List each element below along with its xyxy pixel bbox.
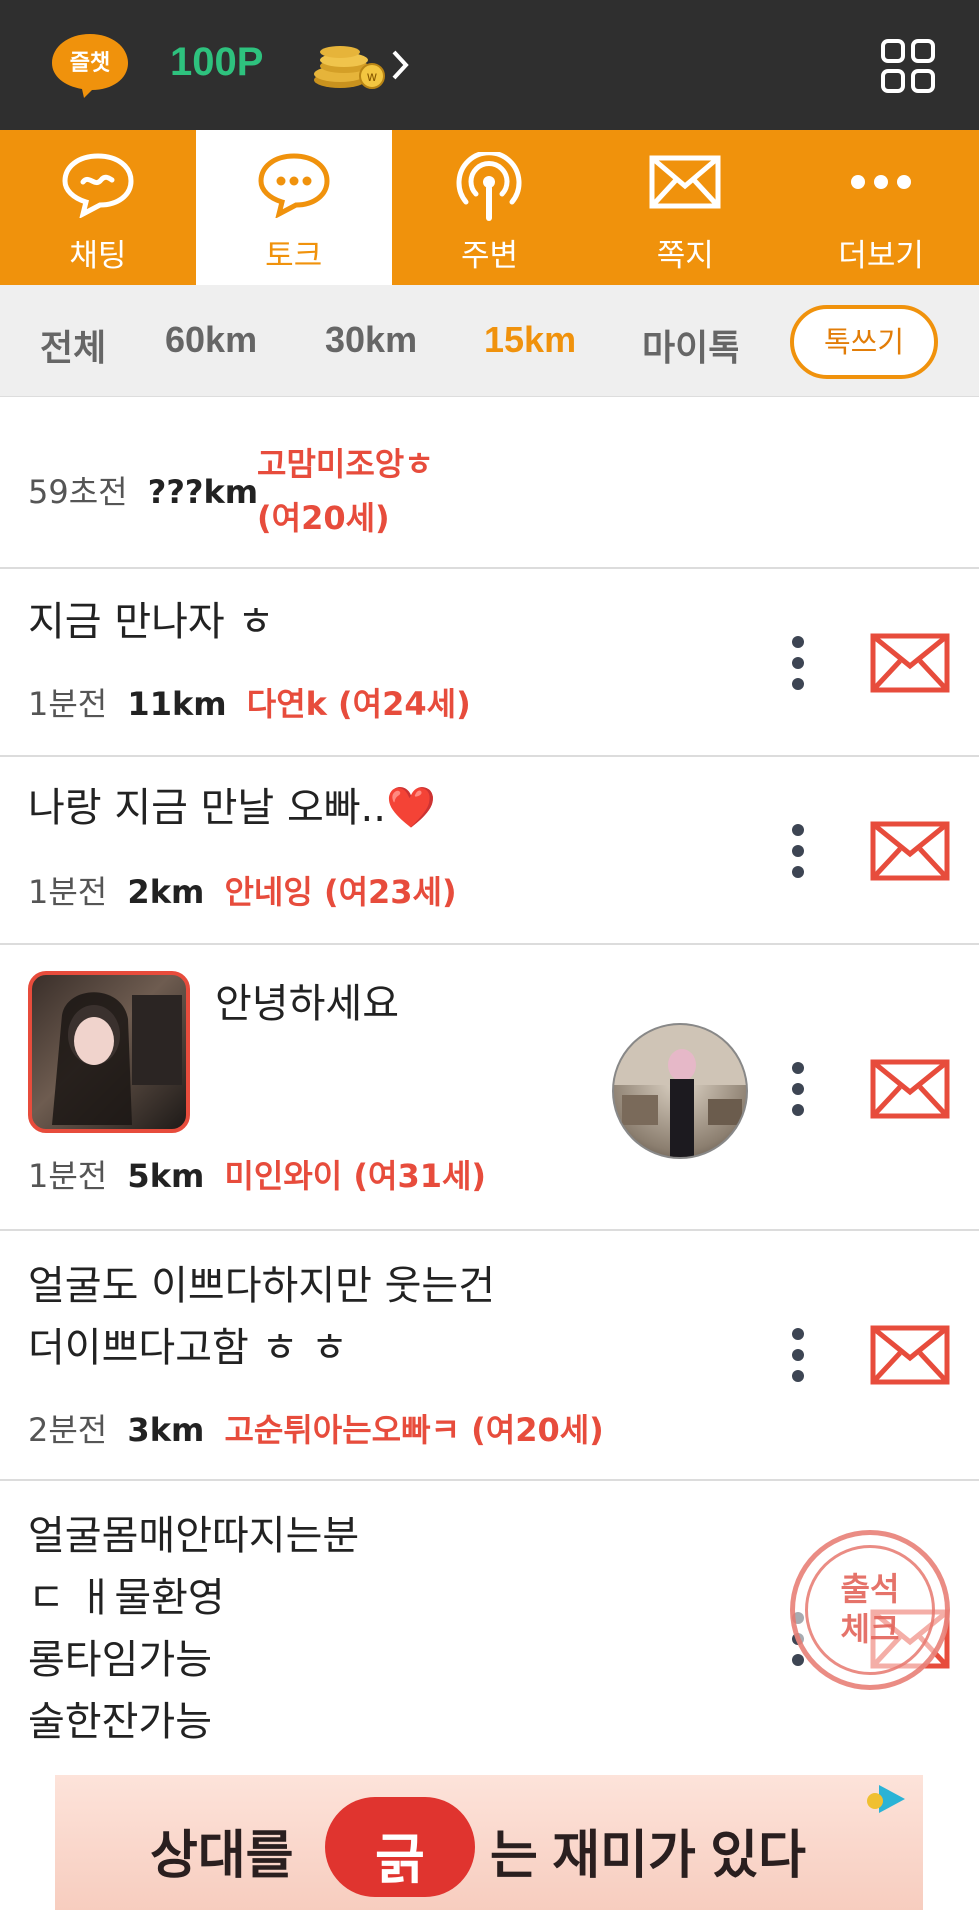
post-title-line1: 얼굴몸매안따지는분 <box>28 1513 360 1559</box>
post-time: 59초전 <box>28 473 128 511</box>
post-meta: 1분전 11km 다연k (여24세) <box>28 679 471 725</box>
list-item[interactable]: 안녕하세요 1분전 5km 미인와이 (여31세) <box>0 945 979 1231</box>
banner-badge: 긁 <box>325 1797 475 1897</box>
send-message-icon[interactable] <box>870 1325 950 1385</box>
list-item[interactable]: 얼굴도 이쁘다하지만 웃는건 더이쁘다고함 ㅎ ㅎ 2분전 3km 고순튀아는오… <box>0 1231 979 1481</box>
ad-banner[interactable]: 상대를 긁 는 재미가 있다 <box>55 1775 923 1910</box>
more-options-icon[interactable] <box>790 1327 806 1383</box>
post-title-line2: 더이쁘다고함 ㅎ ㅎ <box>28 1325 348 1371</box>
tab-messages[interactable]: 쪽지 <box>587 130 783 285</box>
person-avatar-icon <box>614 1025 746 1157</box>
post-meta: 59초전 ???km <box>28 467 258 513</box>
more-options-icon[interactable] <box>790 823 806 879</box>
person-photo-icon <box>52 992 182 1125</box>
list-item[interactable]: 59초전 ???km 고맘미조앙ㅎ (여20세) <box>0 397 979 569</box>
filter-30km[interactable]: 30km <box>325 319 417 361</box>
tab-label: 더보기 <box>838 238 924 274</box>
post-nickname[interactable]: 고순튀아는오빠ㅋ (여20세) <box>224 1411 603 1449</box>
list-item[interactable]: 나랑 지금 만날 오빠..❤️ 1분전 2km 안네잉 (여23세) <box>0 757 979 945</box>
filter-60km[interactable]: 60km <box>165 319 257 361</box>
ad-play-icon[interactable] <box>865 1781 909 1817</box>
tab-talk[interactable]: 토크 <box>195 130 392 285</box>
post-title-line1: 얼굴도 이쁘다하지만 웃는건 <box>28 1263 496 1309</box>
stamp-label-line2: 체크 <box>840 1610 900 1648</box>
broadcast-icon <box>457 152 522 221</box>
more-options-icon[interactable] <box>790 635 806 691</box>
post-meta: 1분전 5km 미인와이 (여31세) <box>28 1151 486 1197</box>
banner-text-left: 상대를 <box>150 1827 294 1885</box>
post-time: 1분전 <box>28 873 108 911</box>
post-meta: 2분전 3km 고순튀아는오빠ㅋ (여20세) <box>28 1405 604 1451</box>
send-message-icon[interactable] <box>870 633 950 693</box>
send-message-icon[interactable] <box>870 821 950 881</box>
post-nickname-line1[interactable]: 고맘미조앙ㅎ <box>257 439 434 485</box>
top-bar: 즐챗 100P w <box>0 0 979 130</box>
post-distance: 11km <box>127 685 227 723</box>
more-options-icon[interactable] <box>790 1061 806 1117</box>
svg-text:w: w <box>367 70 378 85</box>
post-time: 2분전 <box>28 1411 108 1449</box>
post-meta: 1분전 2km 안네잉 (여23세) <box>28 867 457 913</box>
post-title-line4: 술한잔가능 <box>28 1699 212 1745</box>
tab-label: 채팅 <box>69 238 127 274</box>
post-distance: ???km <box>147 473 259 511</box>
post-nickname[interactable]: 안네잉 (여23세) <box>224 873 456 911</box>
chat-bubble-dots-icon <box>258 153 330 218</box>
tab-label: 쪽지 <box>656 238 714 274</box>
banner-badge-text: 긁 <box>375 1828 425 1891</box>
attendance-check-button[interactable]: 출석 체크 <box>790 1530 950 1690</box>
tab-label: 토크 <box>265 238 323 274</box>
points-balance[interactable]: 100P <box>170 40 263 85</box>
tab-nearby[interactable]: 주변 <box>392 130 588 285</box>
filter-15km[interactable]: 15km <box>484 319 576 361</box>
list-item[interactable]: 지금 만나자 ㅎ 1분전 11km 다연k (여24세) <box>0 569 979 757</box>
post-title: 나랑 지금 만날 오빠..❤️ <box>28 785 436 831</box>
main-tab-bar: 채팅 토크 주변 쪽지 더보기 <box>0 130 979 285</box>
post-time: 1분전 <box>28 1157 108 1195</box>
post-photo-thumbnail[interactable] <box>28 971 190 1133</box>
more-dots-icon <box>851 175 912 189</box>
grid-menu-icon[interactable] <box>880 38 936 94</box>
post-distance: 3km <box>127 1411 205 1449</box>
distance-filter-bar: 전체 60km 30km 15km 마이톡 톡쓰기 <box>0 285 979 397</box>
post-title-line3: 롱타임가능 <box>28 1637 212 1683</box>
send-message-icon[interactable] <box>870 1059 950 1119</box>
post-time: 1분전 <box>28 685 108 723</box>
tab-label: 주변 <box>460 238 519 274</box>
chat-bubble-tilde-icon <box>62 153 134 218</box>
envelope-icon <box>649 155 721 209</box>
app-logo-icon[interactable]: 즐챗 <box>50 30 130 100</box>
stamp-label-line1: 출석 <box>840 1570 900 1608</box>
post-title-line2: ㄷ ㅐ물환영 <box>28 1575 225 1621</box>
filter-all[interactable]: 전체 <box>40 319 106 371</box>
chevron-right-icon[interactable] <box>390 48 410 82</box>
post-nickname[interactable]: 다연k (여24세) <box>247 685 471 723</box>
post-nickname[interactable]: 미인와이 (여31세) <box>224 1157 486 1195</box>
tab-more[interactable]: 더보기 <box>783 130 979 285</box>
post-nickname-line2[interactable]: (여20세) <box>257 493 390 539</box>
coins-icon[interactable]: w <box>310 40 390 90</box>
post-distance: 2km <box>127 873 205 911</box>
app-logo-text: 즐챗 <box>70 51 110 76</box>
post-title: 지금 만나자 ㅎ <box>28 599 275 645</box>
author-avatar[interactable] <box>612 1023 748 1159</box>
tab-chatting[interactable]: 채팅 <box>0 130 196 285</box>
stamp-label: 출석 체크 <box>795 1569 945 1649</box>
filter-mytalk[interactable]: 마이톡 <box>642 319 738 371</box>
post-title: 안녕하세요 <box>215 981 399 1027</box>
banner-text-right: 는 재미가 있다 <box>490 1827 806 1885</box>
post-distance: 5km <box>127 1157 205 1195</box>
write-talk-button[interactable]: 톡쓰기 <box>790 305 938 379</box>
